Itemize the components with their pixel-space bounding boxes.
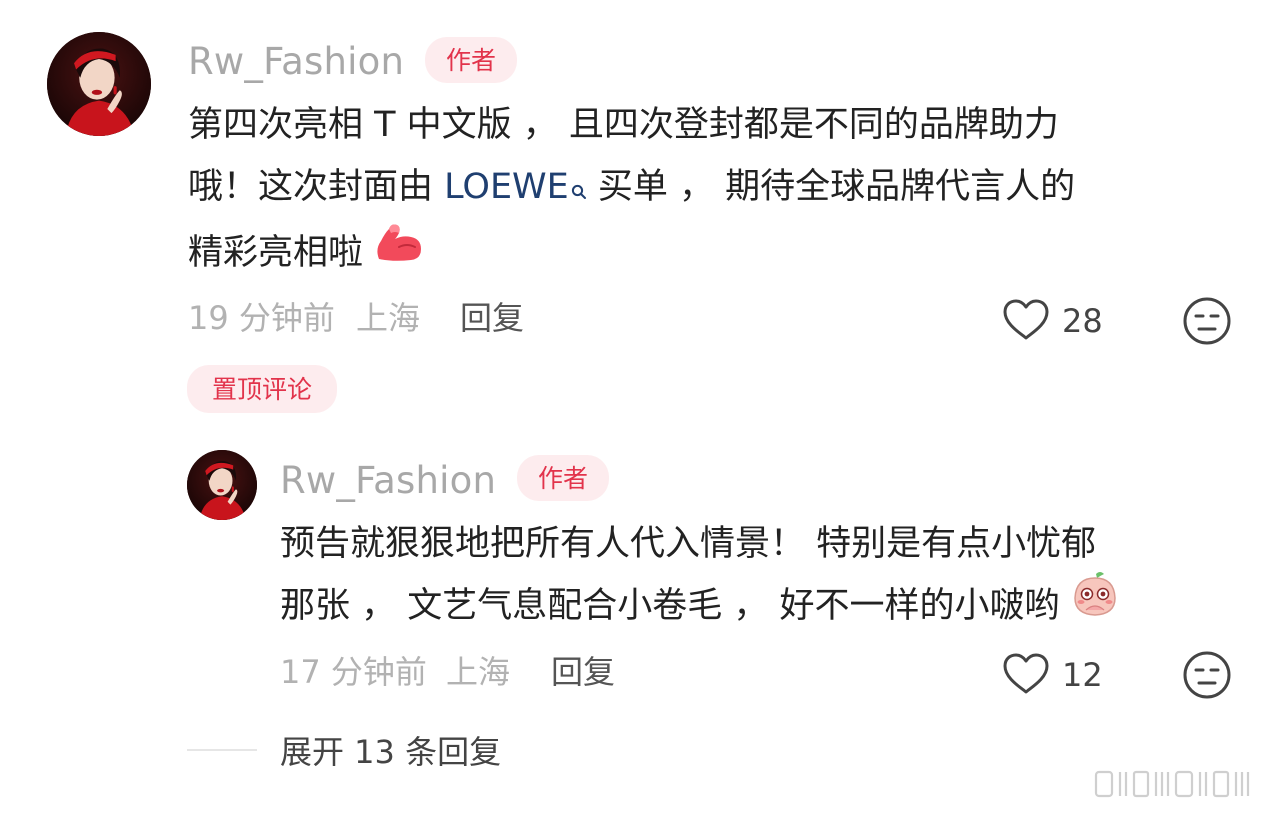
unamused-face-icon[interactable] bbox=[1180, 648, 1234, 702]
reply-line-2: 那张 ， 文艺气息配合小卷毛 ， 好不一样的小啵哟 bbox=[280, 572, 1120, 638]
reply-location: 上海 bbox=[446, 653, 511, 691]
reply-timestamp: 17 分钟前 bbox=[280, 653, 427, 691]
heart-outline-icon[interactable] bbox=[1000, 296, 1052, 344]
commenter-avatar[interactable] bbox=[47, 32, 151, 136]
comment-text: 第四次亮相 T 中文版 ， 且四次登封都是不同的品牌助力 哦！这次封面由 LOE… bbox=[188, 94, 1075, 284]
expand-divider bbox=[187, 749, 257, 751]
comment-line-2: 哦！这次封面由 LOEWE 买单 ， 期待全球品牌代言人的 bbox=[188, 156, 1075, 222]
commenter-username[interactable]: Rw_Fashion bbox=[188, 43, 404, 80]
reply-text: 预告就狠狠地把所有人代入情景！ 特别是有点小忧郁 那张 ， 文艺气息配合小卷毛 … bbox=[280, 513, 1120, 638]
author-badge: 作者 bbox=[425, 37, 517, 83]
comment-line-3: 精彩亮相啦 bbox=[188, 222, 1075, 284]
brand-link-loewe[interactable]: LOEWE bbox=[444, 167, 587, 207]
comment-line-1: 第四次亮相 T 中文版 ， 且四次登封都是不同的品牌助力 bbox=[188, 105, 1059, 145]
reply-button[interactable]: 回复 bbox=[460, 302, 524, 334]
reply-line-1: 预告就狠狠地把所有人代入情景！ 特别是有点小忧郁 bbox=[280, 524, 1097, 564]
shy-peach-emoji bbox=[1070, 570, 1120, 638]
comment-timestamp: 19 分钟前 bbox=[188, 299, 335, 337]
reply-author-badge: 作者 bbox=[517, 455, 609, 501]
flexed-biceps-emoji bbox=[373, 219, 425, 283]
reply-like-count: 12 bbox=[1062, 656, 1103, 694]
replier-avatar[interactable] bbox=[187, 450, 257, 520]
search-icon bbox=[571, 160, 587, 222]
reply-reply-button[interactable]: 回复 bbox=[551, 656, 615, 688]
replier-username[interactable]: Rw_Fashion bbox=[280, 462, 496, 499]
comment-like-count: 28 bbox=[1062, 302, 1103, 340]
unamused-face-icon[interactable] bbox=[1180, 294, 1234, 348]
expand-replies-button[interactable]: 展开 13 条回复 bbox=[280, 736, 501, 768]
pinned-comment-tag: 置顶评论 bbox=[187, 365, 337, 413]
comment-location: 上海 bbox=[356, 299, 421, 337]
platform-watermark-logo bbox=[1090, 766, 1260, 802]
heart-outline-icon[interactable] bbox=[1000, 650, 1052, 698]
